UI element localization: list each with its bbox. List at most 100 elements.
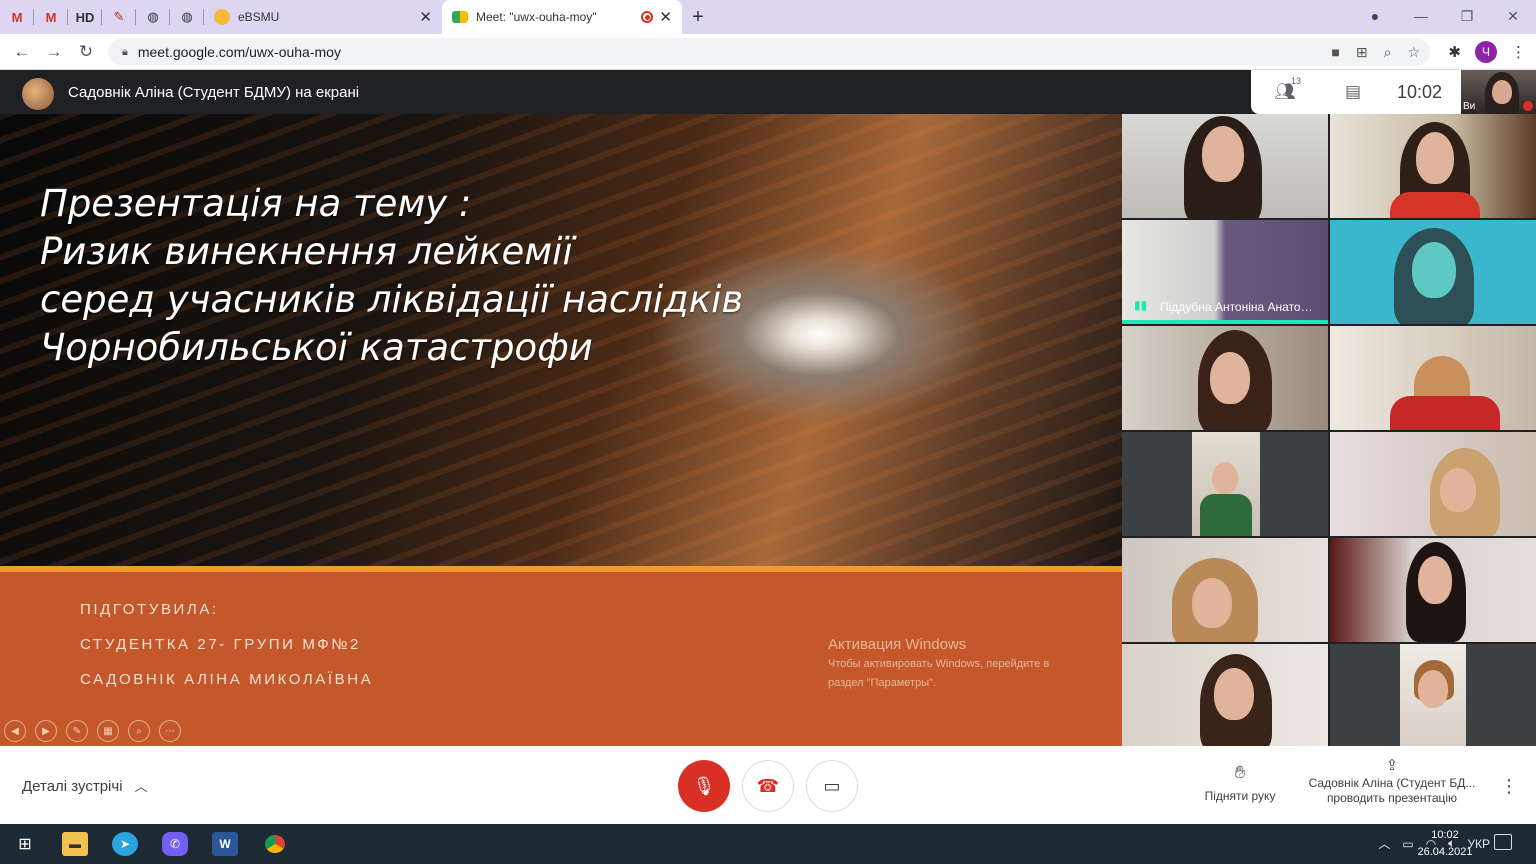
participant-tile[interactable]	[1122, 326, 1328, 430]
gmail-icon: M	[45, 9, 57, 25]
participant-tile[interactable]	[1330, 220, 1536, 324]
reload-icon[interactable]: ↻	[70, 42, 102, 62]
tab-ebsmu[interactable]: eBSMU ✕	[204, 0, 442, 34]
self-view-tile[interactable]: Ви	[1461, 70, 1536, 114]
participant-face	[1416, 132, 1454, 184]
address-bar[interactable]: 🔒︎ meet.google.com/uwx-ouha-moy ■ ⊞ ⌕ ☆	[108, 38, 1430, 66]
file-explorer-icon[interactable]: ▬	[62, 832, 88, 856]
participant-face	[1412, 242, 1456, 298]
raise-hand-button[interactable]: ✋︎ Підняти руку	[1200, 762, 1280, 803]
forward-icon[interactable]: →	[38, 42, 70, 62]
audio-level-icon: ▮▮	[1134, 298, 1148, 312]
participant-face	[1418, 670, 1448, 708]
pinned-tab-gmail-1[interactable]: M	[0, 0, 34, 34]
clock-time: 10:02	[1431, 829, 1459, 841]
chat-icon: ▤	[1344, 82, 1362, 101]
slide-title-line: серед учасників ліквідації наслідків	[40, 278, 744, 321]
participant-face	[1440, 468, 1476, 512]
participant-clothes	[1390, 396, 1500, 430]
profile-avatar[interactable]: Ч	[1475, 40, 1497, 63]
slides-grid-icon[interactable]: ▦	[97, 720, 119, 742]
presenter-avatar	[22, 78, 54, 110]
meet-info-panel: 👥︎ 13 ▤ 10:02	[1251, 70, 1461, 114]
participant-tile[interactable]	[1122, 114, 1328, 218]
pinned-tab-hd[interactable]: HD	[68, 0, 102, 34]
zoom-icon[interactable]: ⌕	[1384, 44, 1392, 61]
tab-title: eBSMU	[238, 10, 280, 24]
browser-toolbar: ← → ↻ 🔒︎ meet.google.com/uwx-ouha-moy ■ …	[0, 34, 1536, 70]
bookmark-star-icon[interactable]: ☆	[1407, 44, 1420, 61]
telegram-icon[interactable]: ➤	[112, 832, 138, 856]
participant-tile-speaking[interactable]: ▮▮ Піддубна Антоніна Анато…	[1122, 220, 1328, 324]
chevron-up-icon: ︿	[134, 779, 148, 794]
participant-tile[interactable]	[1330, 538, 1536, 642]
presenter-banner: Садовнік Аліна (Студент БДМУ) на екрані	[68, 84, 360, 101]
participant-tile[interactable]	[1122, 538, 1328, 642]
camera-toggle-button[interactable]: ▭	[806, 760, 858, 812]
participant-tile[interactable]	[1330, 644, 1536, 748]
quill-icon: ✎	[113, 9, 125, 24]
presentation-status-button[interactable]: ⇪ Садовнік Аліна (Студент БД... проводит…	[1302, 758, 1482, 806]
url-text: meet.google.com/uwx-ouha-moy	[137, 44, 341, 60]
back-icon[interactable]: ←	[6, 42, 38, 62]
zoom-slide-icon[interactable]: ⌕	[128, 720, 150, 742]
next-slide-icon[interactable]: ▶	[35, 720, 57, 742]
tab-search-icon[interactable]: ●	[1352, 8, 1398, 24]
tray-expand-icon[interactable]: ︿	[1378, 835, 1390, 852]
tab-meet[interactable]: Meet: "uwx-ouha-moy" ✕	[442, 0, 682, 34]
close-tab-icon[interactable]: ✕	[659, 8, 672, 26]
viber-icon[interactable]: ✆	[162, 832, 188, 856]
more-options-icon[interactable]: ⋯	[159, 720, 181, 742]
new-tab-button[interactable]: +	[682, 0, 714, 34]
minimize-icon[interactable]: —	[1398, 8, 1444, 24]
raise-hand-label: Підняти руку	[1204, 789, 1276, 803]
more-options-button[interactable]: ⋮	[1500, 776, 1518, 797]
lock-icon[interactable]: 🔒︎	[122, 46, 128, 59]
leave-call-button[interactable]: ☎︎	[742, 760, 794, 812]
chrome-icon[interactable]	[262, 832, 288, 856]
close-window-icon[interactable]: ✕	[1490, 8, 1536, 25]
tab-title: Meet: "uwx-ouha-moy"	[476, 10, 597, 24]
participants-button[interactable]: 👥︎ 13	[1251, 76, 1319, 102]
browser-menu-icon[interactable]: ⋮	[1511, 43, 1526, 61]
participant-tile[interactable]	[1330, 326, 1536, 430]
pinned-tab-gmail-2[interactable]: M	[34, 0, 68, 34]
participants-count: 13	[1291, 76, 1302, 86]
participant-face	[1210, 352, 1250, 404]
participant-tile[interactable]	[1330, 114, 1536, 218]
chat-button[interactable]: ▤	[1319, 82, 1387, 102]
prepared-label: ПІДГОТУВИЛА:	[80, 601, 219, 618]
meeting-details-button[interactable]: Деталі зустрічі ︿	[22, 776, 148, 795]
author-name: САДОВНІК АЛІНА МИКОЛАЇВНА	[80, 671, 374, 688]
mic-toggle-button[interactable]: 🎙︎	[678, 760, 730, 812]
gmail-icon: M	[11, 9, 23, 25]
pinned-tab-globe-1[interactable]: ◍	[136, 0, 170, 34]
notifications-icon[interactable]	[1494, 834, 1512, 850]
clock-date: 26.04.2021	[1417, 846, 1473, 858]
student-group: СТУДЕНТКА 27- ГРУПИ МФ№2	[80, 636, 361, 653]
participant-tile[interactable]	[1122, 432, 1328, 536]
participant-face	[1192, 578, 1232, 628]
presenting-status: проводить презентацію	[1326, 791, 1458, 805]
maximize-icon[interactable]: ❐	[1444, 8, 1490, 25]
translate-icon[interactable]: ⊞	[1356, 44, 1368, 61]
previous-slide-icon[interactable]: ◀	[4, 720, 26, 742]
camera-in-use-icon[interactable]: ■	[1331, 44, 1339, 61]
pinned-tab-globe-2[interactable]: ◍	[170, 0, 204, 34]
watermark-title: Активация Windows	[828, 636, 967, 653]
participant-clothes	[1200, 494, 1252, 536]
participant-face	[1214, 668, 1254, 720]
recording-indicator-icon	[641, 11, 654, 23]
participant-tile[interactable]	[1122, 644, 1328, 748]
slideshow-controls: ◀ ▶ ✎ ▦ ⌕ ⋯	[4, 720, 181, 742]
taskbar-clock[interactable]: 10:02 26.04.2021	[1412, 827, 1478, 861]
close-tab-icon[interactable]: ✕	[419, 8, 432, 26]
pinned-tab-quill[interactable]: ✎	[102, 0, 136, 34]
word-icon[interactable]: W	[212, 832, 238, 856]
extensions-icon[interactable]: ✱	[1448, 43, 1461, 61]
watermark-line: раздел "Параметры".	[828, 677, 937, 689]
shared-presentation: Презентація на тему : Ризик винекнення л…	[0, 114, 1122, 746]
start-button[interactable]: ⊞	[12, 832, 38, 856]
pen-icon[interactable]: ✎	[66, 720, 88, 742]
participant-tile[interactable]	[1330, 432, 1536, 536]
